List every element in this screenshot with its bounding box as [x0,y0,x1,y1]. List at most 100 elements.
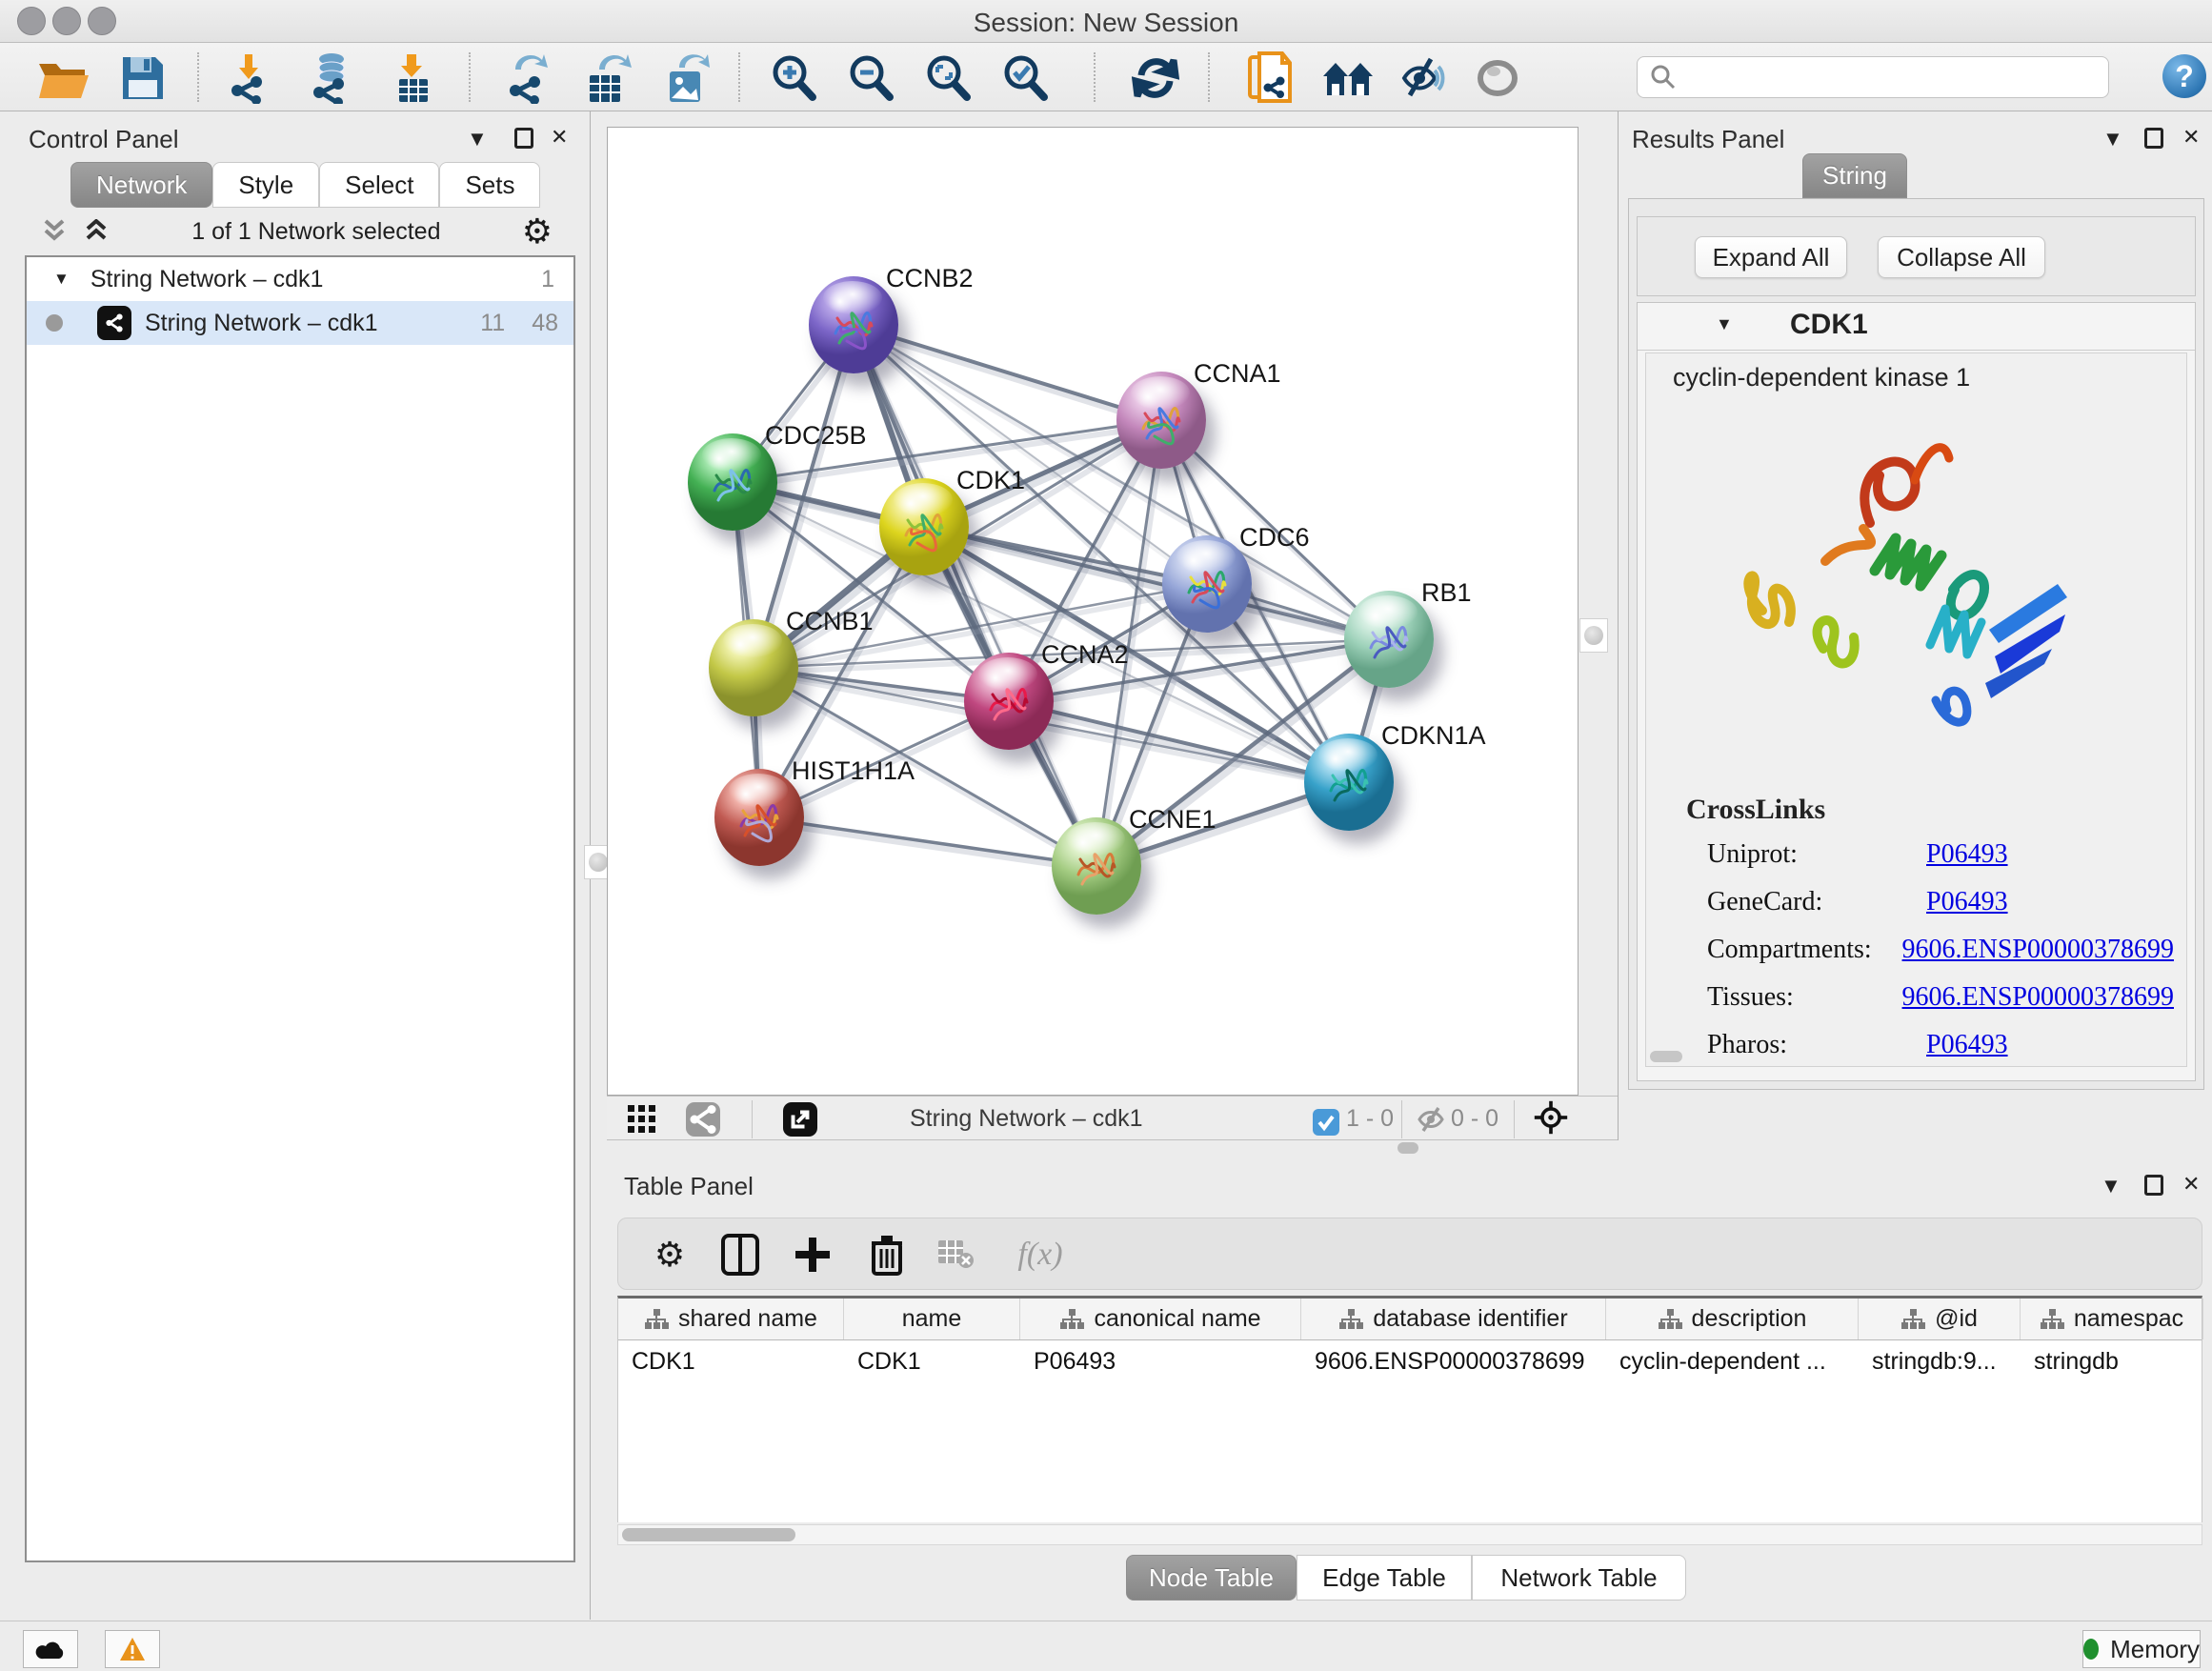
control-panel-title: Control Panel [29,125,179,154]
control-panel-menu-button[interactable]: ▼ [467,127,488,151]
warnings-button[interactable] [105,1630,160,1668]
crosslink-link[interactable]: P06493 [1926,839,2008,870]
node-CCNB1[interactable] [709,619,798,716]
save-session-button[interactable] [112,50,173,106]
export-table-button[interactable] [577,50,638,106]
tab-network-table[interactable]: Network Table [1472,1555,1686,1601]
protein-card-header[interactable]: ▼ CDK1 [1638,303,2195,351]
memory-button[interactable]: Memory [2082,1630,2201,1668]
zoom-out-button[interactable] [840,50,901,106]
selected-indicator-checkbox[interactable] [1308,1104,1344,1140]
table-hscroll-thumb[interactable] [622,1528,795,1541]
protein-collapse-icon[interactable]: ▼ [1716,314,1733,334]
tab-network[interactable]: Network [70,162,212,208]
column-header-name[interactable]: name [844,1299,1020,1339]
crosslink-link[interactable]: P06493 [1926,1030,2008,1060]
horizontal-splitter-handle[interactable] [1398,1142,1418,1154]
results-panel-float-button[interactable] [2144,128,2163,149]
import-network-button[interactable] [219,50,280,106]
import-table-button[interactable] [383,50,444,106]
results-panel-menu-button[interactable]: ▼ [2102,127,2123,151]
home-button[interactable] [1317,50,1378,106]
node-CDK1[interactable] [879,478,969,575]
crosslink-link[interactable]: 9606.ENSP00000378699 [1902,935,2174,965]
node-label-CCNA2: CCNA2 [1041,640,1129,670]
column-header-shared-name[interactable]: shared name [618,1299,844,1339]
tab-node-table[interactable]: Node Table [1126,1555,1297,1601]
crosslink-link[interactable]: P06493 [1926,887,2008,917]
show-columns-button[interactable] [714,1228,767,1281]
node-CCNA1[interactable] [1116,372,1206,469]
control-panel-close-button[interactable]: ✕ [551,125,568,150]
protein-card-body: cyclin-dependent kinase 1 [1645,352,2187,1067]
crosslink-link[interactable]: 9606.ENSP00000378699 [1902,982,2174,1013]
help-button[interactable]: ? [2162,54,2206,98]
collapse-all-icon[interactable] [40,219,69,244]
zoom-in-button[interactable] [763,50,824,106]
network-options-gear-icon[interactable]: ⚙ [522,212,553,252]
import-database-button[interactable] [301,50,362,106]
refresh-button[interactable] [1125,50,1186,106]
tab-sets[interactable]: Sets [439,162,540,208]
right-splitter-handle[interactable] [1579,618,1608,653]
control-panel-float-button[interactable] [514,128,533,149]
network-collection-row[interactable]: ▼ String Network – cdk1 1 [27,257,573,301]
open-session-button[interactable] [32,50,93,106]
zoom-fit-button[interactable] [917,50,978,106]
column-header-database-identifier[interactable]: database identifier [1301,1299,1606,1339]
results-panel-close-button[interactable]: ✕ [2182,125,2200,150]
expand-all-button[interactable]: Expand All [1695,236,1847,278]
table-panel-close-button[interactable]: ✕ [2182,1172,2200,1197]
tree-expander-icon[interactable]: ▼ [53,270,70,289]
cloud-status-button[interactable] [23,1630,78,1668]
birdseye-view-button[interactable] [624,1101,660,1137]
node-CCNB2[interactable] [809,276,898,373]
network-row-selected[interactable]: String Network – cdk1 11 48 [27,301,573,345]
table-options-gear-icon[interactable]: ⚙ [643,1228,696,1281]
tab-string[interactable]: String [1802,153,1907,198]
node-RB1[interactable] [1344,591,1434,688]
node-HIST1H1A[interactable] [714,769,804,866]
node-CCNE1[interactable] [1052,817,1141,915]
network-from-clipboard-button[interactable] [1240,50,1301,106]
table-cell: P06493 [1020,1340,1301,1382]
node-CDC6[interactable] [1162,535,1252,633]
collapse-all-label: Collapse All [1897,243,2026,272]
column-header-canonical-name[interactable]: canonical name [1020,1299,1301,1339]
node-structure-icon [1136,398,1187,450]
collapse-all-button[interactable]: Collapse All [1878,236,2045,278]
show-all-button[interactable] [1467,50,1528,106]
column-header-@id[interactable]: @id [1859,1299,2021,1339]
add-column-button[interactable] [786,1228,839,1281]
search-input[interactable] [1685,60,2108,94]
network-canvas[interactable]: CCNB2CCNA1CDC25BCDK1CDC6RB1CCNB1CCNA2CDK… [607,127,1579,1096]
node-CDKN1A[interactable] [1304,734,1394,831]
table-header-row: shared namenamecanonical namedatabase id… [618,1299,2202,1340]
column-header-description[interactable]: description [1606,1299,1859,1339]
zoom-selected-button[interactable] [995,50,1056,106]
export-network-button[interactable] [497,50,558,106]
tab-edge-table[interactable]: Edge Table [1297,1555,1472,1601]
hide-selected-button[interactable] [1391,50,1452,106]
node-structure-icon [1181,562,1233,614]
hidden-indicator-icon [1413,1101,1449,1137]
table-panel-float-button[interactable] [2144,1175,2163,1196]
fit-content-button[interactable] [1533,1099,1569,1136]
export-image-button[interactable] [655,50,716,106]
tab-select[interactable]: Select [319,162,439,208]
table-row[interactable]: CDK1CDK1P064939606.ENSP00000378699cyclin… [618,1340,2202,1382]
table-panel-menu-button[interactable]: ▼ [2101,1174,2122,1198]
node-CDC25B[interactable] [688,433,777,531]
table-cell: stringdb [2021,1340,2203,1382]
expand-all-icon[interactable] [82,219,111,244]
table-toolbar: ⚙ f(x) [617,1218,2202,1290]
node-CCNA2[interactable] [964,653,1054,750]
window-title: Session: New Session [0,8,2212,38]
tab-style[interactable]: Style [212,162,319,208]
results-hscroll-thumb[interactable] [1650,1051,1682,1062]
delete-column-button[interactable] [860,1228,914,1281]
string-view-button[interactable] [685,1101,721,1137]
column-header-namespac[interactable]: namespac [2021,1299,2203,1339]
table-hscrollbar[interactable] [617,1524,2202,1545]
open-in-window-button[interactable] [782,1101,818,1137]
